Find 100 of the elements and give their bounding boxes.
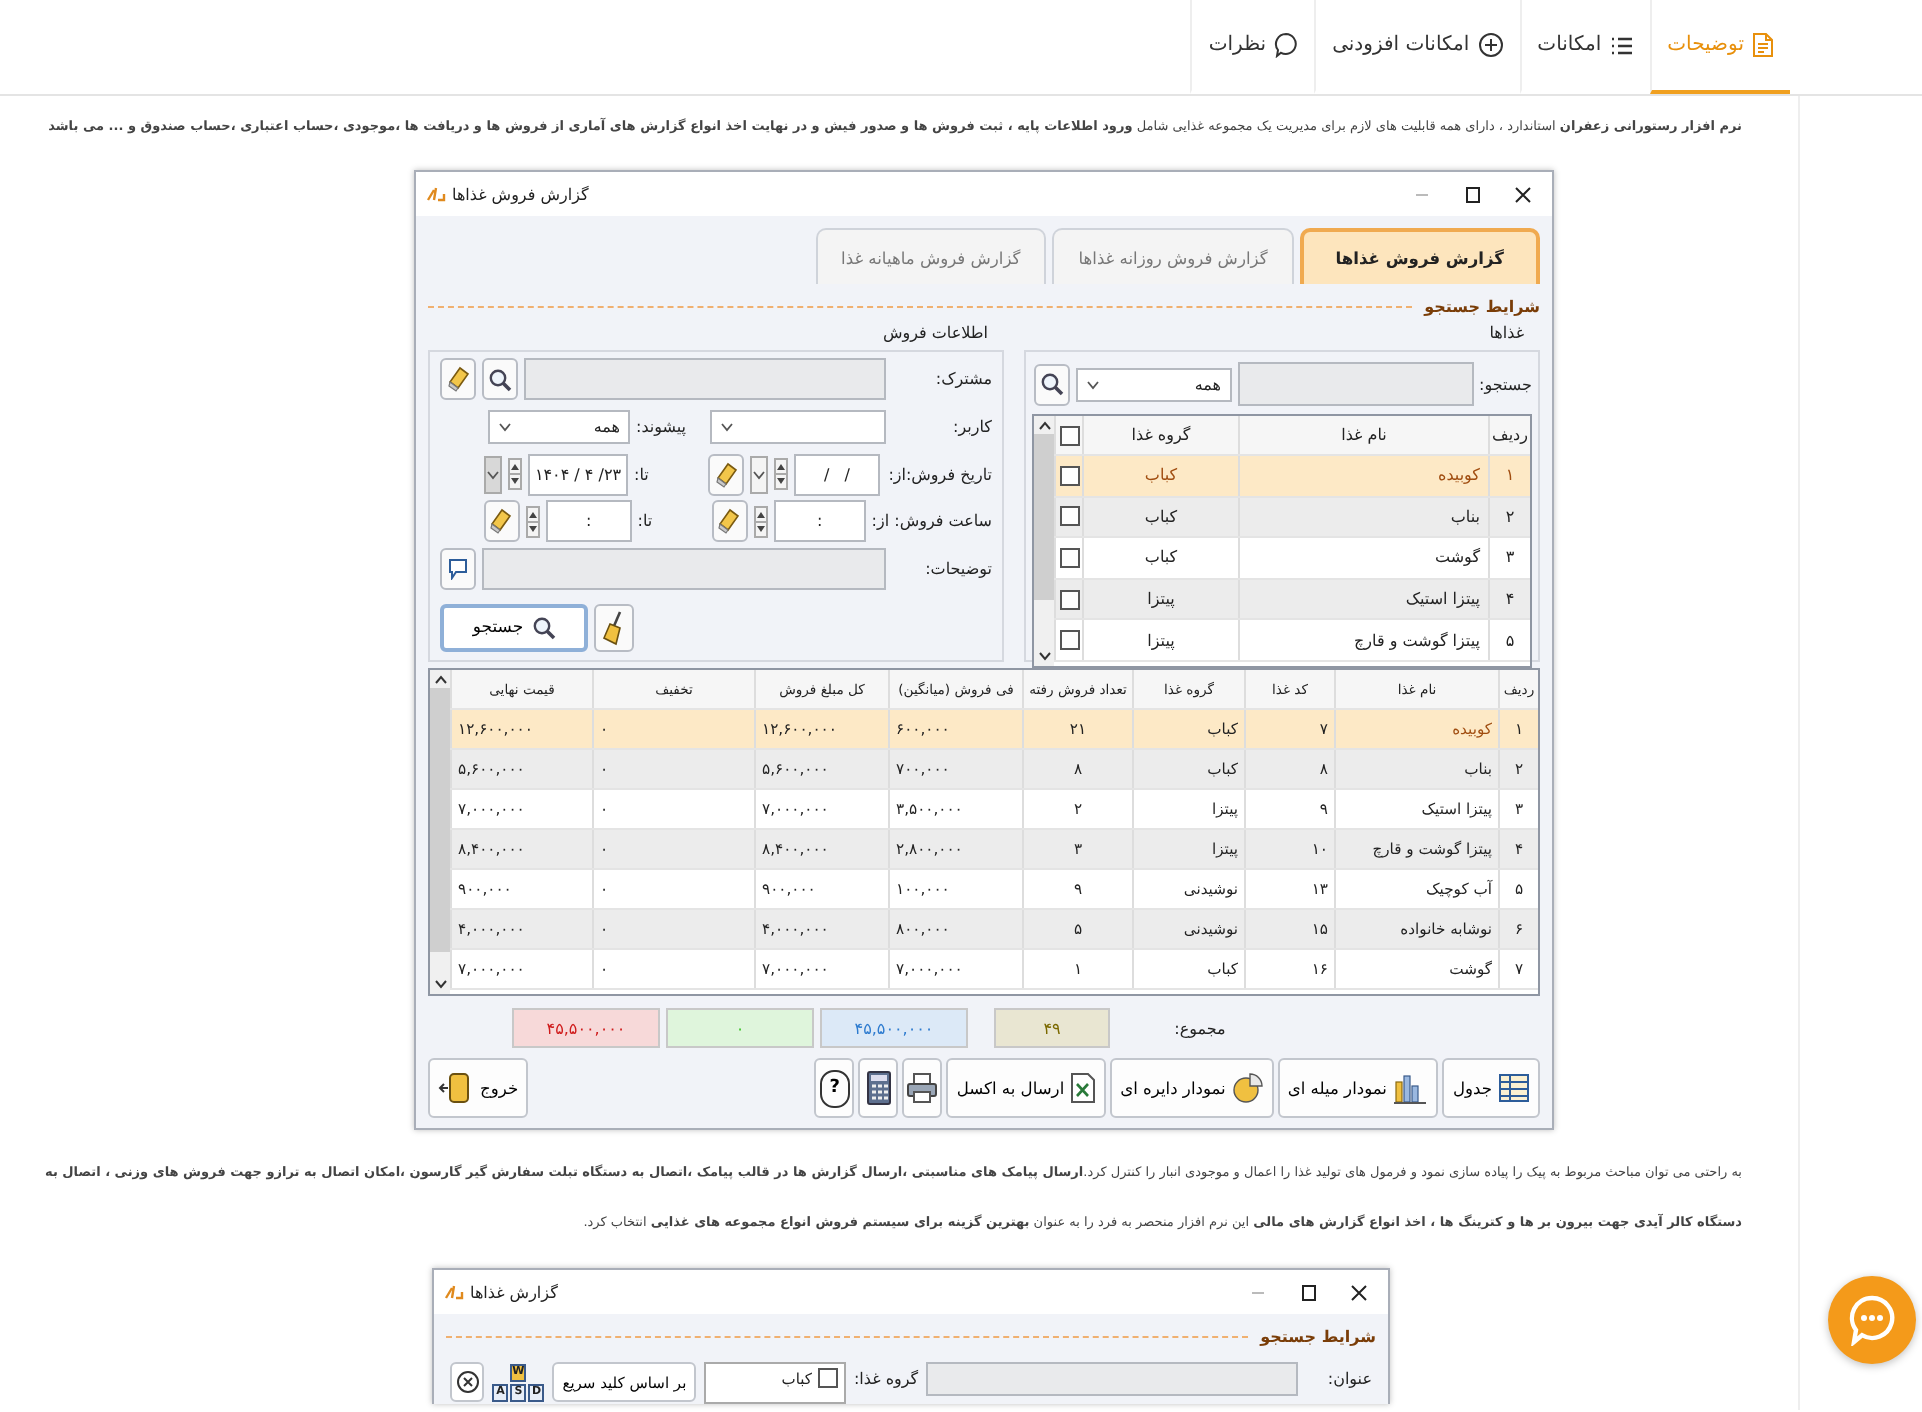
- filter-dropdown[interactable]: همه: [1075, 367, 1231, 401]
- checkbox[interactable]: [817, 1368, 838, 1388]
- table-row[interactable]: ۵ پیتزا گوشت و قارچ پیتزا: [1054, 620, 1530, 662]
- search-field[interactable]: [1237, 362, 1473, 406]
- field-label: عنوان:: [1325, 1370, 1372, 1388]
- door-icon: [438, 1072, 474, 1104]
- maximize-icon: [1299, 1283, 1317, 1301]
- scrollbar[interactable]: [1034, 416, 1054, 666]
- table-cell: کباب: [1082, 538, 1238, 578]
- table-cell: بناب: [1238, 497, 1488, 537]
- table-cell: پیتزا: [1082, 579, 1238, 619]
- table-cell: ۲: [1488, 497, 1530, 537]
- table-cell: ۳: [1488, 538, 1530, 578]
- group-title: غذاها: [1487, 324, 1526, 346]
- table-cell: ۱: [1488, 456, 1530, 496]
- customer-field[interactable]: [524, 358, 886, 401]
- calculator-icon: [865, 1070, 892, 1106]
- total-label: مجموع:: [1172, 1019, 1228, 1037]
- excel-button[interactable]: ارسال به اکسل: [946, 1058, 1107, 1118]
- eraser-button[interactable]: [483, 500, 520, 543]
- printer-icon: [906, 1072, 939, 1104]
- spin-button[interactable]: [525, 505, 540, 538]
- app-icon: [444, 1284, 464, 1300]
- bar-chart-button[interactable]: نمودار میله ای: [1277, 1058, 1439, 1118]
- field-label: گروه غذا:: [853, 1370, 919, 1388]
- search-button[interactable]: [482, 358, 518, 401]
- tab[interactable]: گزارش فروش روزانه غذاها: [1052, 228, 1294, 284]
- table-row[interactable]: ۱ کوبیده کباب: [1054, 456, 1530, 498]
- app-icon: [426, 186, 446, 202]
- checkbox[interactable]: [1059, 589, 1079, 610]
- eraser-button[interactable]: [711, 500, 748, 543]
- checkbox[interactable]: [1059, 425, 1079, 445]
- window-title: گزارش فروش غذاها: [452, 185, 591, 203]
- prefix-dropdown[interactable]: همه: [488, 410, 630, 444]
- scrollbar[interactable]: [430, 670, 450, 994]
- eraser-icon: [718, 508, 741, 535]
- spin-button[interactable]: [508, 458, 522, 491]
- nav-tab[interactable]: امکانات افزودنی: [1314, 0, 1520, 94]
- dropdown-button[interactable]: [750, 455, 768, 494]
- section-title: شرایط جستجو: [1424, 297, 1540, 315]
- note-button[interactable]: [440, 548, 476, 591]
- close-icon: [455, 1370, 480, 1394]
- scroll-down-icon[interactable]: [1037, 650, 1051, 662]
- time-field[interactable]: :: [545, 500, 632, 543]
- printer-button[interactable]: [902, 1058, 943, 1118]
- scroll-down-icon[interactable]: [433, 978, 447, 990]
- scroll-up-icon[interactable]: [1037, 420, 1051, 432]
- search-icon: [1039, 372, 1063, 396]
- calculator-button[interactable]: [858, 1058, 899, 1118]
- field-label: مشترک:: [933, 370, 992, 389]
- scroll-up-icon[interactable]: [433, 674, 447, 686]
- nav-tab[interactable]: نظرات: [1190, 0, 1315, 94]
- title-field[interactable]: [926, 1362, 1298, 1396]
- table-row[interactable]: ۲ بناب کباب: [1054, 497, 1530, 539]
- table-button[interactable]: جدول: [1442, 1058, 1540, 1118]
- exit-button[interactable]: خروج: [428, 1058, 529, 1118]
- window-title: گزارش غذاها: [470, 1283, 560, 1301]
- eraser-icon: [447, 366, 469, 393]
- total-value: ۰: [666, 1008, 814, 1048]
- nav-tab[interactable]: امکانات: [1519, 0, 1650, 94]
- broom-button[interactable]: [594, 604, 634, 653]
- field-label: تا:: [634, 465, 651, 484]
- close-icon: [1513, 185, 1531, 203]
- field-label: پیشوند:: [636, 418, 689, 436]
- notes-field[interactable]: [482, 548, 886, 591]
- time-field[interactable]: :: [773, 500, 866, 543]
- tab[interactable]: گزارش فروش ماهیانه غذا: [815, 228, 1047, 284]
- search-icon: [488, 367, 512, 392]
- checkbox[interactable]: [1059, 506, 1079, 527]
- table-cell: کوبیده: [1238, 456, 1488, 496]
- checkbox[interactable]: [1059, 465, 1079, 486]
- close-icon: [1349, 1283, 1367, 1301]
- search-button[interactable]: جستجو: [440, 604, 588, 653]
- caret-icon: [720, 422, 734, 432]
- clear-button[interactable]: [450, 1362, 485, 1402]
- eraser-icon: [715, 461, 737, 488]
- total-value: ۴۵,۵۰۰,۰۰۰: [820, 1008, 968, 1048]
- search-button[interactable]: [1033, 363, 1069, 405]
- search-icon: [531, 616, 556, 641]
- field-label: کاربر:: [951, 418, 992, 436]
- table-cell: پیتزا: [1082, 620, 1238, 660]
- spin-button[interactable]: [774, 458, 788, 491]
- field-label: ساعت فروش: از:: [871, 512, 992, 531]
- bar-chart-icon: [1392, 1072, 1429, 1104]
- tab[interactable]: گزارش فروش غذاها: [1299, 228, 1540, 284]
- caret-icon: [486, 469, 500, 480]
- column-header: نام غذا: [1238, 416, 1488, 454]
- eraser-button[interactable]: [708, 453, 744, 496]
- checkbox[interactable]: [1059, 630, 1079, 651]
- field-label: توضیحات:: [923, 560, 992, 579]
- spin-button[interactable]: [753, 505, 768, 538]
- date-field[interactable]: / /: [794, 453, 880, 496]
- table-row[interactable]: ۴ پیتزا استیک پیتزا: [1054, 579, 1530, 621]
- pie-chart-button[interactable]: نمودار دایره ای: [1110, 1058, 1274, 1118]
- eraser-button[interactable]: [440, 358, 476, 401]
- dropdown-button[interactable]: [484, 455, 502, 494]
- date-field[interactable]: ۱۴۰۴ / ۴ /۲۳: [528, 453, 628, 496]
- checkbox[interactable]: [1059, 547, 1079, 568]
- help-button[interactable]: ?: [814, 1058, 855, 1118]
- pie-chart-icon: [1231, 1072, 1264, 1104]
